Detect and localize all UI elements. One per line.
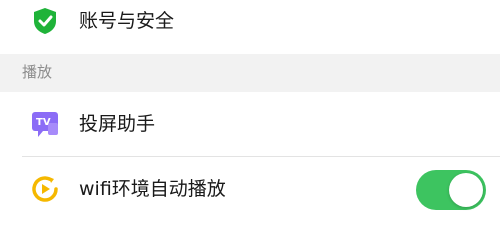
screen-cast-row[interactable]: TV 投屏助手 xyxy=(0,92,500,156)
tv-cast-icon: TV xyxy=(30,109,60,139)
wifi-autoplay-toggle[interactable] xyxy=(416,170,486,210)
screen-cast-label: 投屏助手 xyxy=(79,113,156,135)
account-security-row[interactable]: 账号与安全 xyxy=(0,0,500,54)
playback-section-header: 播放 xyxy=(0,54,500,92)
shield-check-icon xyxy=(30,6,60,36)
play-circle-icon xyxy=(30,174,60,204)
wifi-autoplay-label: wifi环境自动播放 xyxy=(79,178,226,200)
account-security-label: 账号与安全 xyxy=(79,10,175,32)
tv-icon-text: TV xyxy=(36,117,51,128)
settings-screen: 账号与安全 播放 TV 投屏助手 wifi环境自动播放 xyxy=(0,0,500,211)
section-title: 播放 xyxy=(22,63,53,81)
toggle-knob[interactable] xyxy=(449,173,483,207)
